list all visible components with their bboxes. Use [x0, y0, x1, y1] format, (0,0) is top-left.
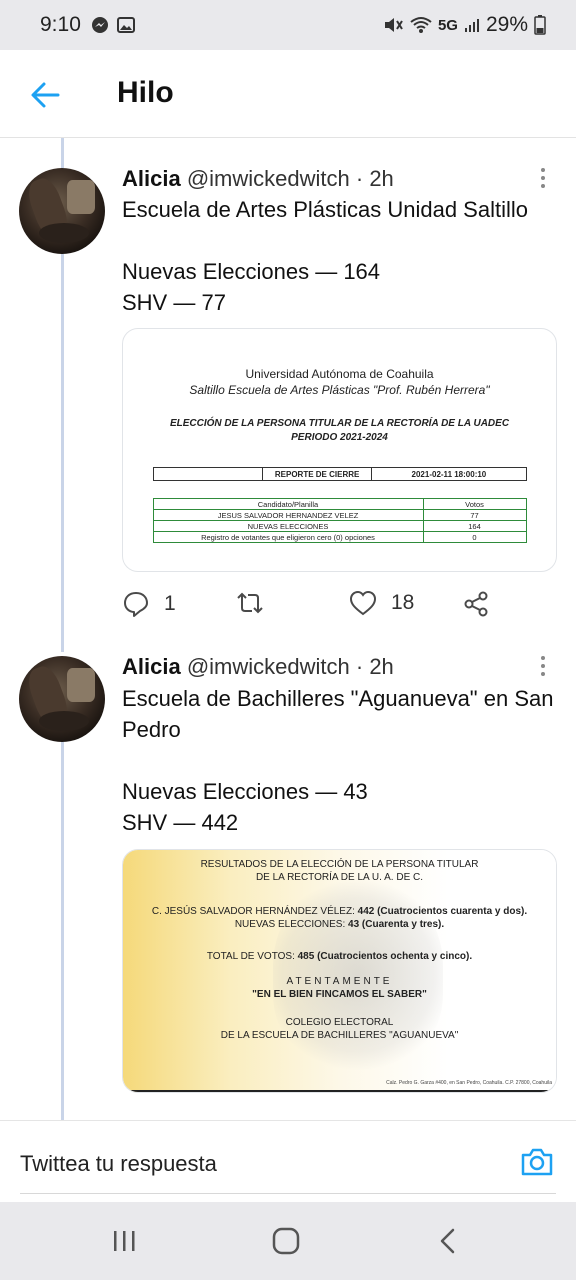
tweet-image[interactable]: RESULTADOS DE LA ELECCIÓN DE LA PERSONA … — [122, 849, 557, 1093]
author-handle[interactable]: @imwickedwitch — [187, 654, 350, 679]
tweet-text: Escuela de Artes Plásticas Unidad Saltil… — [122, 197, 528, 315]
app-header: Hilo — [0, 50, 576, 138]
doc-results-title: RESULTADOS DE LA ELECCIÓN DE LA PERSONA … — [200, 859, 479, 870]
tweet-author[interactable]: Alicia @imwickedwitch · 2h — [122, 654, 394, 680]
report-date: 2021-02-11 18:00:10 — [411, 469, 487, 479]
table-header: Votos — [422, 498, 527, 510]
total-votes: 485 (Cuatrocientos ochenta y cinco). — [297, 951, 473, 962]
page-title: Hilo — [117, 76, 174, 109]
doc-election-title: ELECCIÓN DE LA PERSONA TITULAR DE LA REC… — [169, 418, 510, 429]
candidate-votes: 442 (Cuatrocientos cuarenta y dos). — [357, 906, 528, 917]
share-icon — [464, 591, 488, 617]
doc-school: Saltillo Escuela de Artes Plásticas "Pro… — [189, 383, 490, 397]
more-options-icon[interactable] — [540, 168, 546, 192]
table-cell: JESUS SALVADOR HERNANDEZ VELEZ — [152, 509, 424, 521]
table-header: Candidato/Planilla — [152, 498, 424, 510]
author-name[interactable]: Alicia — [122, 166, 181, 191]
table-row: Registro de votantes que eligieron cero … — [152, 531, 527, 543]
status-time: 9:10 — [40, 13, 81, 36]
author-name[interactable]: Alicia — [122, 654, 181, 679]
thread-line — [61, 254, 64, 652]
reply-input[interactable]: Twittea tu respuesta — [20, 1151, 217, 1177]
table-cell: 77 — [422, 509, 527, 521]
table-cell: 0 — [422, 531, 527, 543]
votes-table: Candidato/Planilla Votos JESUS SALVADOR … — [152, 498, 527, 543]
reply-button[interactable]: 1 — [122, 590, 176, 618]
table-cell: Registro de votantes que eligieron cero … — [152, 531, 424, 543]
reply-composer[interactable]: Twittea tu respuesta — [0, 1120, 576, 1202]
retweet-button[interactable] — [234, 590, 280, 616]
table-row: JESUS SALVADOR HERNANDEZ VELEZ 77 — [152, 509, 527, 521]
signal-icon — [464, 19, 479, 32]
recent-apps-icon[interactable] — [105, 1226, 145, 1256]
battery-percent: 29% — [485, 13, 528, 36]
back-arrow-icon[interactable] — [28, 78, 62, 112]
heart-icon — [349, 590, 377, 616]
candidate-label: C. JESÚS SALVADOR HERNÁNDEZ VÉLEZ: — [151, 906, 355, 917]
table-row: NUEVAS ELECCIONES 164 — [152, 520, 527, 532]
retweet-icon — [237, 592, 263, 614]
doc-period: PERIODO 2021-2024 — [291, 432, 388, 443]
doc-college: COLEGIO ELECTORAL — [285, 1017, 394, 1028]
wifi-icon — [410, 17, 432, 33]
table-cell: NUEVAS ELECCIONES — [152, 520, 424, 532]
thread-line — [61, 138, 64, 168]
messenger-icon — [91, 17, 108, 33]
doc-results-subtitle: DE LA RECTORÍA DE LA U. A. DE C. — [255, 872, 424, 883]
mute-icon — [384, 18, 403, 32]
back-icon[interactable] — [428, 1226, 468, 1256]
new-elections-label: NUEVAS ELECCIONES: — [234, 919, 346, 930]
like-count: 18 — [391, 591, 415, 614]
like-button[interactable]: 18 — [349, 590, 414, 616]
table-row: Candidato/Planilla Votos — [152, 498, 527, 510]
camera-icon[interactable] — [520, 1145, 554, 1179]
author-handle[interactable]: @imwickedwitch — [187, 166, 350, 191]
doc-university: Universidad Autónoma de Coahuila — [245, 367, 434, 381]
total-label: TOTAL DE VOTOS: — [206, 951, 295, 962]
share-button[interactable] — [462, 590, 490, 618]
doc-address: Calz. Pedro G. Garza #400, en San Pedro,… — [386, 1080, 552, 1086]
battery-icon — [534, 15, 546, 35]
table-cell: 164 — [422, 520, 527, 532]
avatar[interactable] — [19, 168, 105, 254]
thread-line — [61, 742, 64, 1120]
more-options-icon[interactable] — [540, 656, 546, 680]
report-label: REPORTE DE CIERRE — [263, 468, 373, 480]
status-bar: 9:10 5G 29% — [0, 0, 576, 50]
tweet-actions: 1 18 — [122, 590, 562, 620]
new-elections-votes: 43 (Cuarenta y tres). — [348, 919, 445, 930]
system-nav-bar — [0, 1202, 576, 1280]
avatar[interactable] — [19, 656, 105, 742]
tweet-image[interactable]: Universidad Autónoma de Coahuila Saltill… — [122, 328, 557, 572]
reply-count: 1 — [164, 592, 176, 615]
tweet-age: · 2h — [355, 654, 394, 679]
report-header: REPORTE DE CIERRE 2021-02-11 18:00:10 — [152, 467, 527, 481]
tweet-text: Escuela de Bachilleres "Aguanueva" en Sa… — [122, 686, 554, 835]
network-label: 5G — [437, 16, 458, 34]
reply-icon — [124, 592, 148, 617]
tweet-age: · 2h — [355, 166, 394, 191]
tweet-author[interactable]: Alicia @imwickedwitch · 2h — [122, 166, 394, 192]
gallery-icon — [116, 17, 135, 33]
home-icon[interactable] — [266, 1226, 306, 1256]
doc-motto: "EN EL BIEN FINCAMOS EL SABER" — [252, 989, 427, 1000]
doc-school-name: DE LA ESCUELA DE BACHILLERES "AGUANUEVA" — [220, 1030, 459, 1041]
doc-signoff: ATENTAMENTE — [286, 976, 393, 987]
